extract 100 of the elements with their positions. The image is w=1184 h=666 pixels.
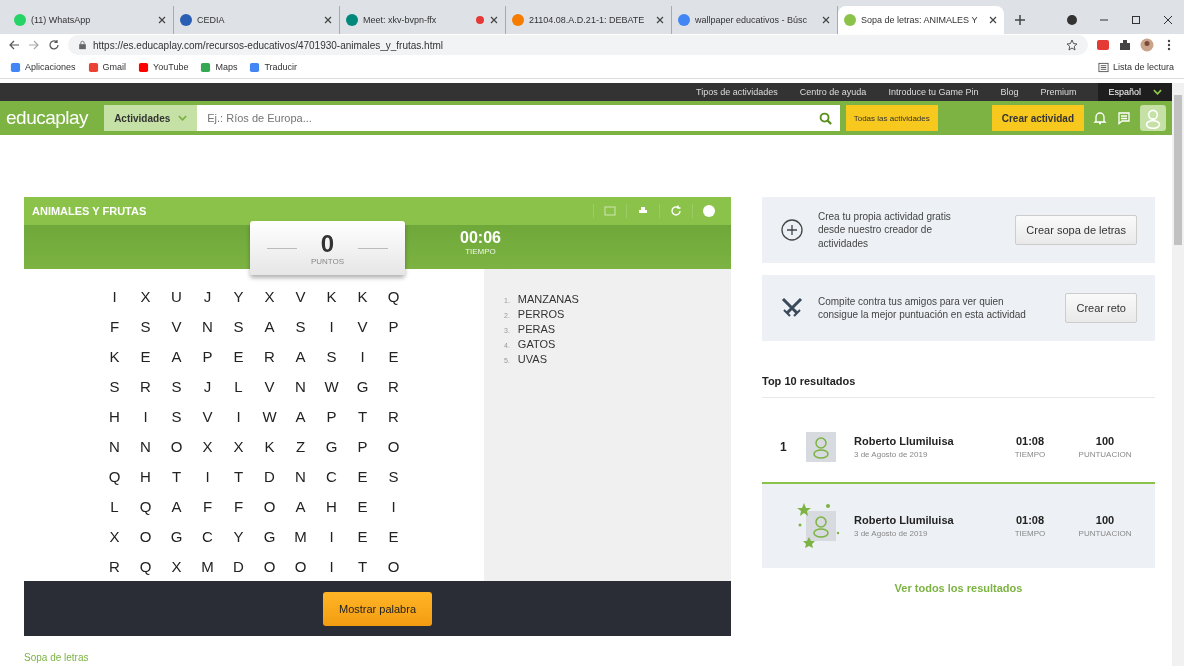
close-icon[interactable]: [655, 15, 665, 25]
bookmark-link[interactable]: YouTube: [138, 61, 189, 73]
letter-cell[interactable]: O: [254, 492, 285, 522]
letter-cell[interactable]: G: [254, 522, 285, 552]
letter-cell[interactable]: X: [223, 432, 254, 462]
letter-cell[interactable]: F: [99, 312, 130, 342]
letter-cell[interactable]: S: [378, 462, 409, 492]
letter-cell[interactable]: N: [285, 462, 316, 492]
letter-cell[interactable]: E: [223, 342, 254, 372]
letter-cell[interactable]: I: [192, 462, 223, 492]
close-icon[interactable]: [821, 15, 831, 25]
letter-cell[interactable]: I: [316, 522, 347, 552]
top-link[interactable]: Premium: [1040, 87, 1077, 97]
letter-cell[interactable]: U: [161, 282, 192, 312]
letter-cell[interactable]: K: [347, 282, 378, 312]
letter-cell[interactable]: T: [223, 462, 254, 492]
letter-cell[interactable]: Q: [130, 552, 161, 582]
letter-cell[interactable]: L: [99, 492, 130, 522]
letter-cell[interactable]: G: [161, 522, 192, 552]
letter-cell[interactable]: S: [161, 402, 192, 432]
letter-cell[interactable]: G: [316, 432, 347, 462]
letter-cell[interactable]: C: [316, 462, 347, 492]
letter-cell[interactable]: G: [347, 372, 378, 402]
close-icon[interactable]: [157, 15, 167, 25]
letter-cell[interactable]: F: [223, 492, 254, 522]
letter-cell[interactable]: I: [99, 282, 130, 312]
letter-cell[interactable]: T: [347, 402, 378, 432]
letter-cell[interactable]: X: [161, 552, 192, 582]
letter-cell[interactable]: S: [285, 312, 316, 342]
browser-tab[interactable]: Sopa de letras: ANIMALES Y: [838, 6, 1004, 34]
search-input[interactable]: Ej.: Ríos de Europa...: [205, 111, 819, 125]
letter-cell[interactable]: V: [347, 312, 378, 342]
letter-cell[interactable]: E: [378, 522, 409, 552]
activities-dropdown[interactable]: Actividades: [104, 105, 198, 131]
letter-cell[interactable]: A: [161, 492, 192, 522]
bookmark-link[interactable]: Traducir: [249, 61, 298, 73]
letter-cell[interactable]: A: [254, 312, 285, 342]
letter-cell[interactable]: Q: [378, 282, 409, 312]
letter-cell[interactable]: P: [316, 402, 347, 432]
extension-icon[interactable]: [1096, 38, 1110, 52]
letter-cell[interactable]: I: [378, 492, 409, 522]
letter-cell[interactable]: F: [192, 492, 223, 522]
letter-cell[interactable]: S: [99, 372, 130, 402]
letter-cell[interactable]: R: [254, 342, 285, 372]
top-link[interactable]: Tipos de actividades: [696, 87, 778, 97]
letter-cell[interactable]: W: [316, 372, 347, 402]
letter-cell[interactable]: R: [99, 552, 130, 582]
letter-cell[interactable]: P: [347, 432, 378, 462]
letter-cell[interactable]: E: [347, 462, 378, 492]
letter-cell[interactable]: V: [161, 312, 192, 342]
letter-cell[interactable]: Q: [99, 462, 130, 492]
letter-cell[interactable]: O: [285, 552, 316, 582]
letter-cell[interactable]: N: [192, 312, 223, 342]
letter-cell[interactable]: N: [99, 432, 130, 462]
letter-cell[interactable]: Z: [285, 432, 316, 462]
letter-cell[interactable]: S: [130, 312, 161, 342]
letter-cell[interactable]: X: [192, 432, 223, 462]
card-button[interactable]: Crear reto: [1065, 293, 1137, 323]
new-tab-icon[interactable]: [1014, 14, 1026, 26]
bookmark-star-icon[interactable]: [1066, 39, 1078, 51]
letter-cell[interactable]: M: [192, 552, 223, 582]
top-link[interactable]: Centro de ayuda: [799, 87, 867, 97]
scrollbar[interactable]: [1172, 83, 1184, 666]
letter-cell[interactable]: Y: [223, 282, 254, 312]
top-link[interactable]: Introduce tu Game Pin: [888, 87, 979, 97]
letter-cell[interactable]: S: [316, 342, 347, 372]
avatar-icon[interactable]: [1140, 38, 1154, 52]
letter-cell[interactable]: X: [254, 282, 285, 312]
close-icon[interactable]: [323, 15, 333, 25]
letter-cell[interactable]: A: [285, 402, 316, 432]
letter-cell[interactable]: E: [378, 342, 409, 372]
letter-cell[interactable]: E: [347, 522, 378, 552]
letter-cell[interactable]: C: [192, 522, 223, 552]
letter-cell[interactable]: S: [223, 312, 254, 342]
bookmark-link[interactable]: Maps: [200, 61, 238, 73]
letter-cell[interactable]: D: [223, 552, 254, 582]
letter-cell[interactable]: A: [285, 492, 316, 522]
letter-cell[interactable]: P: [378, 312, 409, 342]
create-activity-button[interactable]: Crear actividad: [991, 105, 1084, 131]
letter-cell[interactable]: H: [316, 492, 347, 522]
close-icon[interactable]: [988, 15, 998, 25]
card-button[interactable]: Crear sopa de letras: [1015, 215, 1137, 245]
all-activities-button[interactable]: Todas las actividades: [845, 105, 938, 131]
letter-cell[interactable]: R: [130, 372, 161, 402]
letter-cell[interactable]: H: [130, 462, 161, 492]
letter-cell[interactable]: V: [254, 372, 285, 402]
letter-cell[interactable]: N: [285, 372, 316, 402]
letter-cell[interactable]: O: [378, 432, 409, 462]
bookmark-link[interactable]: Aplicaciones: [10, 61, 76, 73]
letter-cell[interactable]: I: [130, 402, 161, 432]
letter-cell[interactable]: O: [130, 522, 161, 552]
search-field[interactable]: Ej.: Ríos de Europa...: [197, 105, 840, 131]
letter-cell[interactable]: V: [192, 402, 223, 432]
letter-cell[interactable]: I: [347, 342, 378, 372]
letter-cell[interactable]: T: [161, 462, 192, 492]
maximize-icon[interactable]: [1130, 14, 1142, 26]
letter-cell[interactable]: K: [254, 432, 285, 462]
letter-cell[interactable]: J: [192, 372, 223, 402]
letter-cell[interactable]: I: [223, 402, 254, 432]
show-word-button[interactable]: Mostrar palabra: [322, 591, 432, 626]
